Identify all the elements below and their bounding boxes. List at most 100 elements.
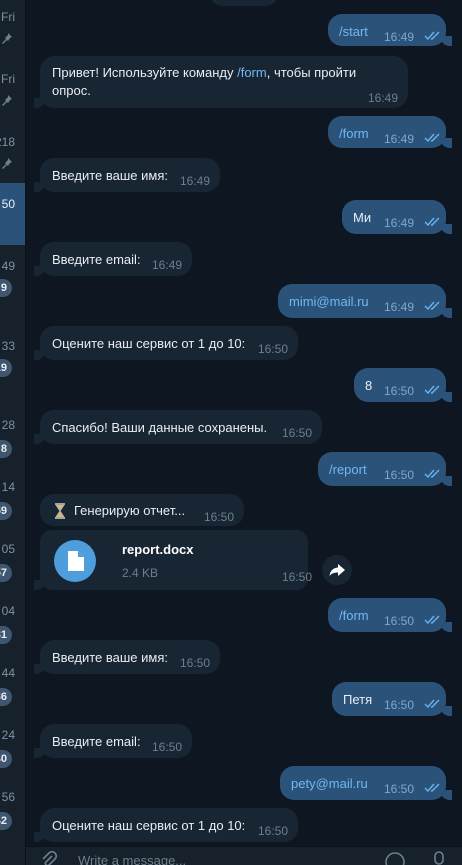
message-bubble-incoming[interactable]: Введите email: 16:50 [34, 724, 192, 758]
double-check-icon [424, 133, 440, 143]
chat-list-item[interactable]: 24 40 [0, 728, 25, 796]
message-text: Введите ваше имя: [52, 168, 168, 183]
message-bubble-outgoing[interactable]: /report 16:50 [318, 452, 452, 486]
double-check-icon [424, 469, 440, 479]
message-bubble-incoming[interactable]: Привет! Используйте команду /form, чтобы… [34, 56, 408, 108]
command-link[interactable]: /form [237, 65, 267, 80]
message-bubble-outgoing[interactable]: mimi@mail.ru 16:49 [278, 284, 452, 318]
message-text: Спасибо! Ваши данные сохранены. [52, 420, 268, 435]
chat-time: Fri [1, 72, 15, 86]
chat-list-item[interactable]: 33 19 [0, 339, 25, 407]
message-time: 16:50 [180, 656, 211, 670]
microphone-icon[interactable] [432, 851, 446, 865]
chat-list-sidebar: Fri Fri 218 50 49 9 33 19 28 8 14 59 05 … [0, 0, 26, 865]
message-text: Оцените наш сервис от 1 до 10: [52, 336, 246, 351]
chat-list-item[interactable]: Fri [0, 72, 25, 140]
file-message[interactable]: report.docx 2.4 KB 16:50 [34, 530, 312, 590]
pin-icon [2, 95, 12, 106]
pin-icon [2, 158, 12, 169]
double-check-icon [424, 31, 440, 41]
message-bubble-incoming[interactable]: Спасибо! Ваши данные сохранены. 16:50 [34, 410, 322, 444]
unread-badge: 31 [0, 626, 12, 644]
message-history: /start 16:49 Привет! Используйте команду… [26, 0, 462, 865]
double-check-icon [424, 385, 440, 395]
chat-list-item[interactable]: 14 59 [0, 480, 25, 548]
chat-list-item[interactable]: 44 36 [0, 666, 25, 734]
message-bubble-incoming[interactable]: Оцените наш сервис от 1 до 10: 16:50 [34, 808, 298, 842]
message-time: 16:50 [384, 614, 415, 628]
message-time: 16:49 [384, 216, 415, 230]
chat-time: 50 [1, 197, 15, 211]
message-time: 16:49 [384, 30, 415, 44]
message-bubble-incoming[interactable]: Генерирую отчет... 16:50 [40, 494, 244, 526]
message-bubble-incoming[interactable]: Оцените наш сервис от 1 до 10: 16:50 [34, 326, 298, 360]
double-check-icon [424, 301, 440, 311]
forward-icon [329, 564, 345, 576]
chat-time: 24 [1, 728, 15, 742]
paperclip-icon[interactable] [40, 851, 58, 865]
message-text: mimi@mail.ru [289, 294, 369, 309]
message-input[interactable]: Write a message... [78, 853, 186, 865]
message-bubble-outgoing[interactable]: Петя 16:50 [332, 682, 452, 716]
chat-list-item[interactable]: 05 57 [0, 542, 25, 610]
message-bubble-incoming[interactable]: Введите ваше имя: 16:49 [34, 158, 220, 192]
message-time: 16:50 [258, 342, 289, 356]
chat-time: 05 [1, 542, 15, 556]
message-text: Введите ваше имя: [52, 650, 168, 665]
chat-time: 04 [1, 604, 15, 618]
chat-time: 218 [0, 135, 15, 149]
double-check-icon [424, 615, 440, 625]
message-text: pety@mail.ru [291, 776, 368, 791]
emoji-icon[interactable] [384, 851, 406, 865]
message-text: Ми [353, 210, 372, 225]
message-text: Оцените наш сервис от 1 до 10: [52, 818, 246, 833]
message-bubble-incoming[interactable]: Введите ваше имя: 16:50 [34, 640, 220, 674]
document-icon[interactable] [54, 540, 96, 582]
unread-badge: 42 [0, 812, 12, 830]
message-time: 16:50 [282, 426, 313, 440]
file-name[interactable]: report.docx [122, 542, 194, 557]
message-bubble-partial [210, 0, 278, 6]
unread-badge: 57 [0, 564, 12, 582]
chat-list-item-active[interactable]: 50 [0, 183, 25, 245]
message-bubble-outgoing[interactable]: pety@mail.ru 16:50 [280, 766, 452, 800]
message-time: 16:49 [384, 132, 415, 146]
chat-list-item[interactable]: 56 42 [0, 790, 25, 858]
message-text: Генерирую отчет... [74, 503, 186, 518]
unread-badge: 40 [0, 750, 12, 768]
message-text: /report [329, 462, 367, 477]
message-bubble-outgoing[interactable]: /form 16:49 [328, 116, 452, 148]
chat-time: 14 [1, 480, 15, 494]
unread-badge: 9 [0, 279, 12, 297]
message-bubble-incoming[interactable]: Введите email: 16:49 [34, 242, 192, 276]
double-check-icon [424, 699, 440, 709]
message-time: 16:50 [258, 824, 289, 838]
message-time: 16:50 [282, 570, 313, 584]
message-time: 16:50 [152, 740, 183, 754]
message-text-line2: опрос. [52, 83, 91, 98]
double-check-icon [424, 783, 440, 793]
message-bubble-outgoing[interactable]: Ми 16:49 [342, 200, 452, 234]
message-time: 16:50 [384, 782, 415, 796]
message-text-part: , чтобы пройти [266, 65, 357, 80]
chat-list-item[interactable]: Fri [0, 10, 25, 78]
message-time: 16:50 [384, 698, 415, 712]
message-text: 8 [365, 378, 373, 393]
message-bubble-outgoing[interactable]: /form 16:50 [328, 598, 452, 632]
forward-button[interactable] [322, 555, 352, 585]
chat-list-item[interactable]: 49 9 [0, 259, 25, 327]
chat-list-item[interactable]: 04 31 [0, 604, 25, 672]
message-text: /form [339, 608, 369, 623]
chat-time: 44 [1, 666, 15, 680]
unread-badge: 36 [0, 688, 12, 706]
message-time: 16:50 [384, 468, 415, 482]
message-bubble-outgoing[interactable]: /start 16:49 [328, 14, 452, 46]
message-bubble-outgoing[interactable]: 8 16:50 [354, 368, 452, 402]
message-text-part: Привет! Используйте команду [52, 65, 238, 80]
chat-list-item[interactable]: 28 8 [0, 418, 25, 486]
chat-time: Fri [1, 10, 15, 24]
hourglass-icon [55, 503, 65, 519]
message-time: 16:49 [368, 91, 399, 105]
chat-time: 28 [1, 418, 15, 432]
message-time: 16:49 [384, 300, 415, 314]
